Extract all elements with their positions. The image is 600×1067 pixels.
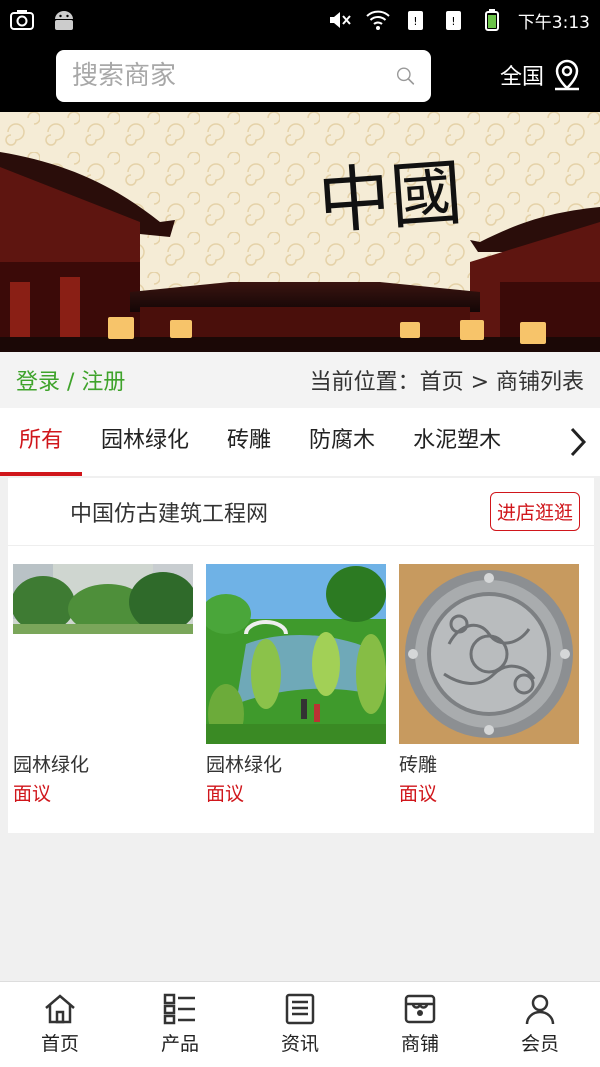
location-pin-icon xyxy=(555,59,579,91)
product-price: 面议 xyxy=(399,783,438,805)
product-list: 园林绿化 面议 园林绿化 面议 砖雕 面议 xyxy=(8,546,594,806)
region-label: 全国 xyxy=(499,65,544,90)
visit-shop-button[interactable]: 进店逛逛 xyxy=(489,492,580,531)
nav-products-label: 产品 xyxy=(160,1033,199,1055)
region-selector[interactable]: 全国 xyxy=(500,58,582,92)
store-icon xyxy=(404,994,436,1024)
product-name: 园林绿化 xyxy=(13,754,90,776)
product-item[interactable]: 园林绿化 面议 xyxy=(206,564,386,806)
user-icon xyxy=(525,994,555,1025)
product-image-garden[interactable] xyxy=(206,564,386,744)
tab-brick-carving[interactable]: 砖雕 xyxy=(208,408,290,476)
nav-home[interactable]: 首页 xyxy=(0,982,120,1067)
tabs-next-button[interactable] xyxy=(556,408,600,476)
status-time: 下午3:13 xyxy=(517,12,590,33)
svg-text:!: ! xyxy=(451,15,455,28)
status-bar: ! ! 下午3:13 xyxy=(0,0,600,40)
search-icon[interactable] xyxy=(396,59,415,93)
product-image-landscaping[interactable] xyxy=(13,564,193,744)
nav-stores-label: 商铺 xyxy=(400,1033,439,1055)
news-icon xyxy=(285,993,315,1025)
tab-landscaping[interactable]: 园林绿化 xyxy=(82,408,208,476)
tab-all[interactable]: 所有 xyxy=(0,408,83,476)
android-icon xyxy=(55,11,73,30)
wifi-icon xyxy=(366,10,390,30)
nav-member-label: 会员 xyxy=(520,1033,559,1055)
breadcrumb-bar: 登录 / 注册 当前位置：首页 > 商铺列表 xyxy=(0,352,600,408)
product-item[interactable]: 园林绿化 面议 xyxy=(13,564,193,806)
search-box[interactable] xyxy=(56,50,431,102)
nav-home-label: 首页 xyxy=(40,1033,79,1055)
product-price: 面议 xyxy=(206,783,245,805)
nav-news-label: 资讯 xyxy=(280,1033,319,1055)
tab-preserved-wood[interactable]: 防腐木 xyxy=(290,408,394,476)
battery-icon xyxy=(484,9,499,31)
home-icon xyxy=(45,994,75,1024)
product-name: 园林绿化 xyxy=(206,754,283,776)
nav-products[interactable]: 产品 xyxy=(120,982,240,1067)
shop-card: 中国仿古建筑工程网 进店逛逛 园林绿化 面议 园林绿化 面议 砖雕 面议 xyxy=(8,478,594,833)
nav-news[interactable]: 资讯 xyxy=(240,982,360,1067)
mute-icon xyxy=(329,12,351,28)
product-item[interactable]: 砖雕 面议 xyxy=(399,564,579,806)
banner-image[interactable]: 中國 xyxy=(0,112,600,352)
svg-text:!: ! xyxy=(413,15,417,28)
breadcrumb: 当前位置：首页 > 商铺列表 xyxy=(309,370,584,395)
category-tabs: 所有 园林绿化 砖雕 防腐木 水泥塑木 xyxy=(0,408,600,476)
bottom-nav: 首页 产品 资讯 商铺 会员 xyxy=(0,981,600,1067)
nav-member[interactable]: 会员 xyxy=(480,982,600,1067)
shop-name[interactable]: 中国仿古建筑工程网 xyxy=(70,496,268,528)
product-image-brick-carving[interactable] xyxy=(399,564,579,744)
list-icon xyxy=(163,993,195,1025)
sim1-icon: ! xyxy=(407,11,423,30)
header: 全国 xyxy=(0,40,600,112)
chevron-right-icon xyxy=(570,427,587,457)
tab-cement-wood[interactable]: 水泥塑木 xyxy=(394,408,520,476)
banner-calligraphy: 中國 xyxy=(315,150,465,244)
login-register-link[interactable]: 登录 / 注册 xyxy=(16,364,125,396)
sim2-icon: ! xyxy=(445,11,461,30)
product-name: 砖雕 xyxy=(399,754,438,776)
shop-header: 中国仿古建筑工程网 进店逛逛 xyxy=(8,478,594,546)
camera-icon xyxy=(10,10,34,30)
product-price: 面议 xyxy=(13,783,52,805)
search-input[interactable] xyxy=(72,61,396,91)
nav-stores[interactable]: 商铺 xyxy=(360,982,480,1067)
